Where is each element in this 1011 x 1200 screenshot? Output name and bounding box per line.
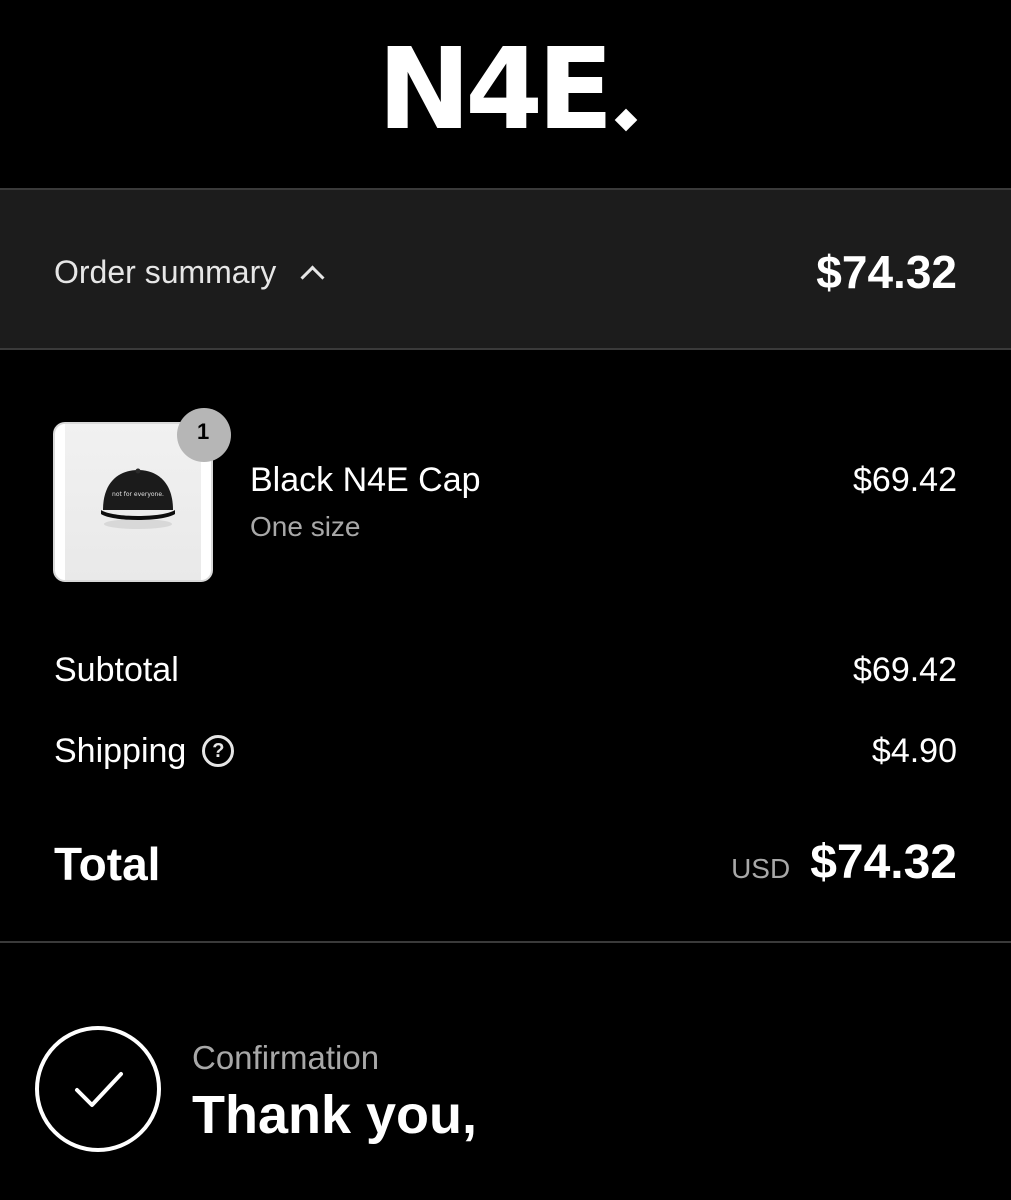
section-divider xyxy=(0,941,1011,943)
question-circle-icon[interactable]: ? xyxy=(202,735,235,767)
cap-print-text: not for everyone. xyxy=(112,491,164,498)
line-item: not for everyone. 1 Black N4E Cap One si… xyxy=(0,350,1011,600)
order-summary-label: Order summary xyxy=(54,254,277,290)
product-thumbnail-wrapper: not for everyone. 1 xyxy=(53,408,231,582)
brand-logo-text: N4E xyxy=(377,25,613,155)
product-name: Black N4E Cap xyxy=(250,461,481,499)
brand-logo[interactable]: N4E xyxy=(0,34,1011,146)
header: N4E xyxy=(0,0,1011,188)
product-variant: One size xyxy=(250,511,361,542)
order-summary-toggle[interactable]: Order summary xyxy=(54,254,325,290)
shipping-value: $4.90 xyxy=(871,732,957,770)
confirmation-label: Confirmation xyxy=(192,1039,380,1076)
subtotal-label: Subtotal xyxy=(54,651,179,689)
order-summary-bar[interactable]: Order summary $74.32 xyxy=(0,188,1011,350)
total-amount: USD $74.32 xyxy=(731,836,957,890)
subtotal-value: $69.42 xyxy=(853,651,957,689)
shipping-label: Shipping xyxy=(54,732,187,770)
thank-you-heading: Thank you, xyxy=(192,1085,478,1145)
confirmation-check-circle xyxy=(35,1026,161,1152)
product-price: $69.42 xyxy=(853,461,957,499)
cap-image: not for everyone. xyxy=(101,468,175,529)
total-label: Total xyxy=(54,838,161,890)
order-summary-total: $74.32 xyxy=(816,246,957,298)
brand-logo-dot xyxy=(614,108,637,132)
quantity-badge: 1 xyxy=(177,408,231,462)
shipping-row-label: Shipping ? xyxy=(54,731,235,771)
chevron-up-icon[interactable] xyxy=(300,264,325,290)
currency-code: USD xyxy=(731,853,791,884)
total-value: $74.32 xyxy=(810,836,957,889)
checkmark-icon xyxy=(75,1072,123,1107)
